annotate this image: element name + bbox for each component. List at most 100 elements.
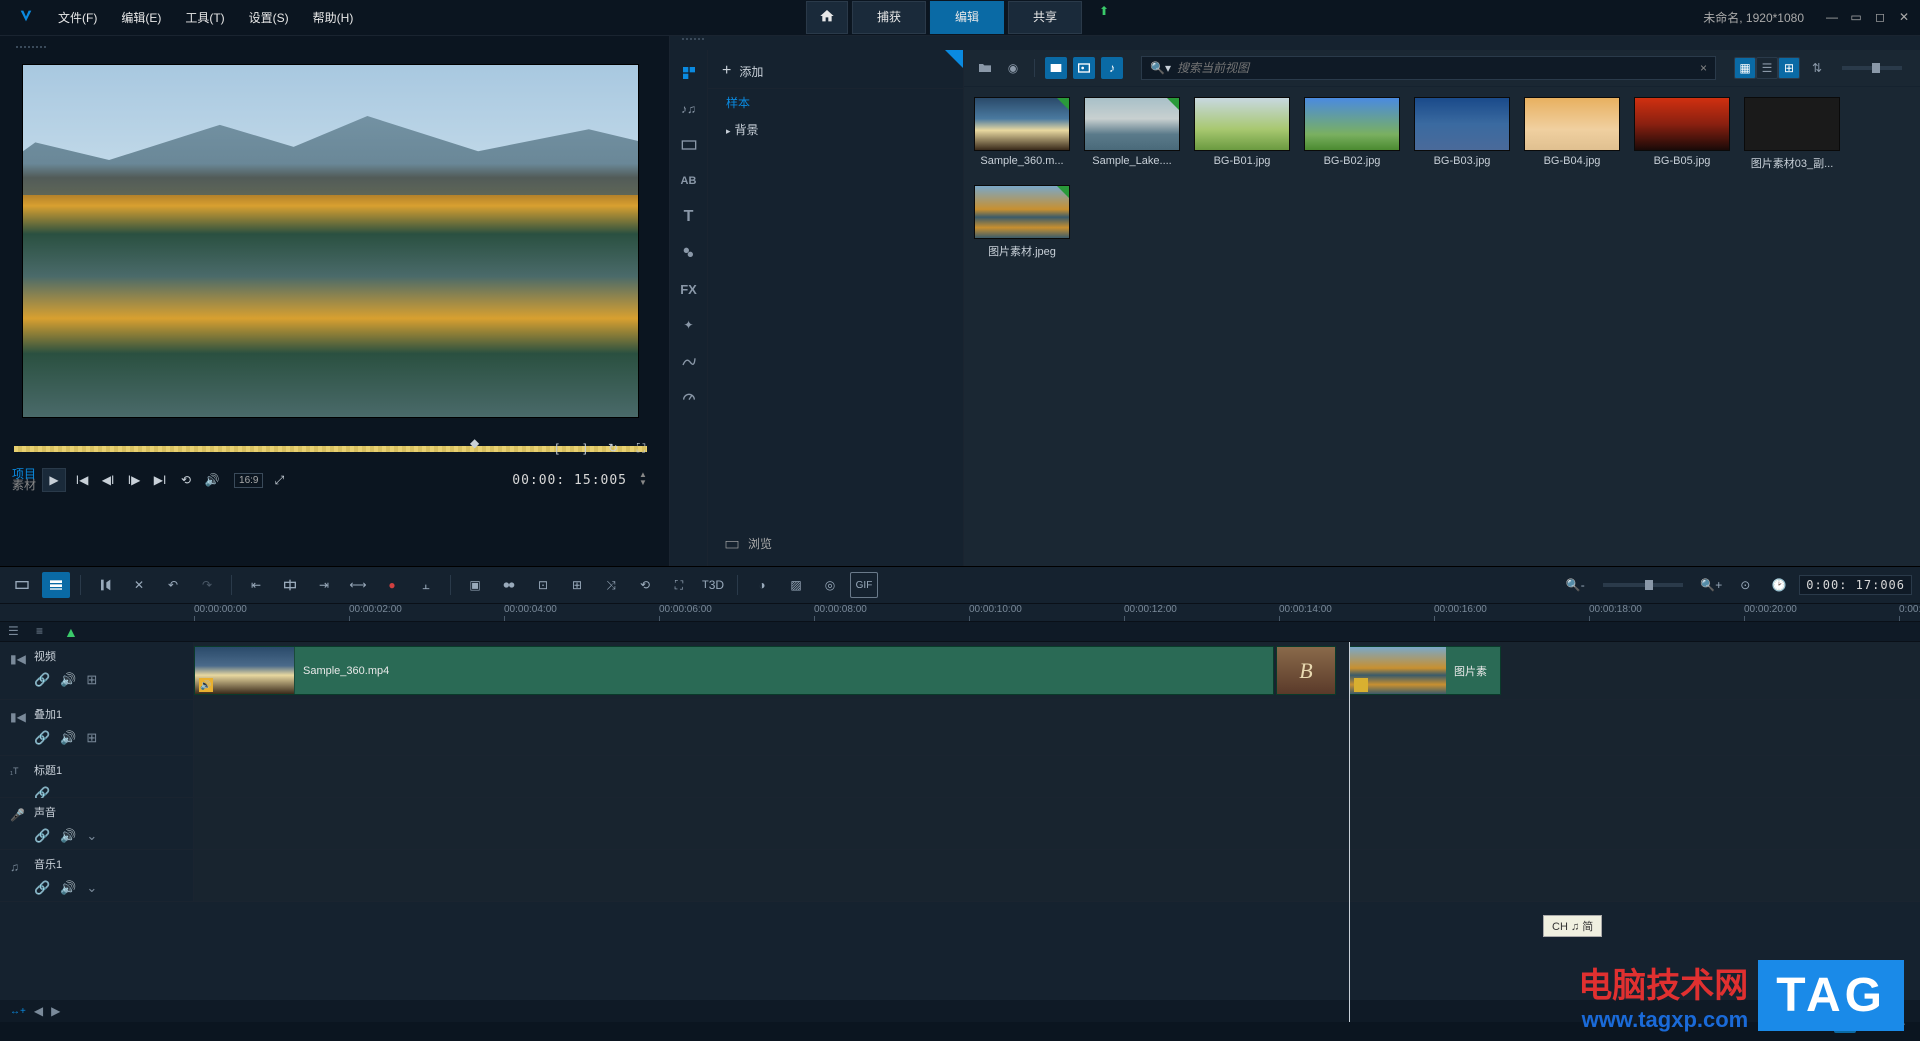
zoom-out-icon[interactable]: 🔍- — [1561, 572, 1589, 598]
expand-icon[interactable]: ⌄ — [86, 880, 97, 896]
minimize-button[interactable]: — — [1824, 10, 1840, 26]
marker-icon[interactable]: ● — [378, 572, 406, 598]
overlay-icon[interactable] — [678, 242, 700, 264]
import-folder-icon[interactable] — [974, 57, 996, 79]
tree-item-background[interactable]: ▸背景 — [708, 116, 963, 143]
title-icon[interactable]: T — [678, 206, 700, 228]
lock-icon[interactable]: ⊞ — [86, 730, 97, 746]
thumbnail-item[interactable]: BG-B05.jpg — [1634, 97, 1730, 171]
tab-share[interactable]: 共享 — [1008, 1, 1082, 34]
thumbnail-item[interactable]: BG-B01.jpg — [1194, 97, 1290, 171]
volume-button[interactable]: 🔊 — [202, 470, 222, 490]
restore-button[interactable]: ▭ — [1848, 10, 1864, 26]
gif-icon[interactable]: GIF — [850, 572, 878, 598]
panel-grip[interactable] — [8, 44, 653, 58]
view-large-icon[interactable]: ▦ — [1734, 57, 1756, 79]
goto-start-button[interactable]: I◀ — [72, 470, 92, 490]
preview-viewport[interactable] — [22, 64, 639, 418]
tab-edit[interactable]: 编辑 — [930, 1, 1004, 34]
pin-flag-icon[interactable] — [945, 50, 963, 68]
audio-icon[interactable]: ♪♫ — [678, 98, 700, 120]
color-icon[interactable]: ✦ — [678, 314, 700, 336]
scroll-left-icon[interactable]: ◀ — [34, 1004, 43, 1018]
timeline-timecode[interactable]: 0:00: 17:006 — [1799, 575, 1912, 595]
add-media-button[interactable]: +添加 — [708, 54, 963, 89]
upload-icon[interactable]: ⬆ — [1094, 1, 1114, 21]
grid-icon[interactable]: ⊞ — [563, 572, 591, 598]
menu-help[interactable]: 帮助(H) — [303, 5, 364, 30]
aspect-dropdown-icon[interactable]: ⤢ — [269, 470, 289, 490]
track-menu-icon[interactable]: ☰ — [8, 624, 24, 640]
filter-photo-icon[interactable] — [1073, 57, 1095, 79]
track-content[interactable] — [194, 756, 1920, 797]
view-list-icon[interactable]: ☰ — [1756, 57, 1778, 79]
undo-icon[interactable]: ↶ — [159, 572, 187, 598]
search-input[interactable] — [1177, 61, 1694, 75]
record-vo-icon[interactable] — [91, 572, 119, 598]
tree-item-sample[interactable]: 样本 — [708, 89, 963, 116]
play-button[interactable]: ▶ — [42, 468, 66, 492]
media-icon[interactable] — [678, 62, 700, 84]
mark-out-icon[interactable]: ] — [575, 438, 595, 458]
aspect-ratio-label[interactable]: 16:9 — [234, 473, 263, 488]
group-icon[interactable] — [495, 572, 523, 598]
mute-icon[interactable]: 🔊 — [60, 730, 76, 746]
transition-icon[interactable]: AB — [678, 170, 700, 192]
panel-grip[interactable] — [670, 36, 1920, 50]
thumbnail-item[interactable]: BG-B03.jpg — [1414, 97, 1510, 171]
browse-button[interactable]: 浏览 — [718, 529, 778, 558]
menu-file[interactable]: 文件(F) — [48, 5, 107, 30]
speed-icon[interactable]: ⤨ — [597, 572, 625, 598]
split-icon[interactable] — [276, 572, 304, 598]
redo-icon[interactable]: ↷ — [193, 572, 221, 598]
trim-start-icon[interactable]: ⇤ — [242, 572, 270, 598]
speed-icon[interactable] — [678, 386, 700, 408]
mute-icon[interactable]: 🔊 — [60, 880, 76, 896]
thumbnail-item[interactable]: 图片素材03_副... — [1744, 97, 1840, 171]
view-grid-icon[interactable]: ⊞ — [1778, 57, 1800, 79]
pan-zoom-icon[interactable]: ⛶ — [665, 572, 693, 598]
menu-tools[interactable]: 工具(T) — [175, 5, 234, 30]
playhead-icon[interactable]: ▲ — [64, 624, 80, 640]
menu-edit[interactable]: 编辑(E) — [111, 5, 171, 30]
link-icon[interactable]: 🔗 — [34, 730, 50, 746]
record-icon[interactable]: ◉ — [1002, 57, 1024, 79]
filter-video-icon[interactable] — [1045, 57, 1067, 79]
video-fx-icon[interactable] — [678, 134, 700, 156]
loop-button[interactable]: ⟲ — [176, 470, 196, 490]
prev-frame-button[interactable]: ◀I — [98, 470, 118, 490]
scrub-marker-icon[interactable]: ◆ — [470, 436, 479, 450]
search-clear-icon[interactable]: × — [1700, 61, 1707, 75]
text-3d-icon[interactable]: T3D — [699, 572, 727, 598]
motion-track-icon[interactable]: ◎ — [816, 572, 844, 598]
add-track-icon[interactable]: ↔+ — [10, 1006, 26, 1017]
tab-capture[interactable]: 捕获 — [852, 1, 926, 34]
sort-icon[interactable]: ⇅ — [1806, 57, 1828, 79]
repeat-icon[interactable]: ↻ — [603, 438, 623, 458]
lock-icon[interactable]: ⊞ — [86, 672, 97, 688]
mixer-icon[interactable]: ✕ — [125, 572, 153, 598]
thumbnail-item[interactable]: 图片素材.jpeg — [974, 185, 1070, 259]
maximize-button[interactable]: ◻ — [1872, 10, 1888, 26]
timeline-view-icon[interactable] — [42, 572, 70, 598]
search-box[interactable]: 🔍▾ × — [1141, 56, 1716, 80]
preview-timecode[interactable]: 00:00: 15:005 — [512, 473, 627, 488]
close-button[interactable]: ✕ — [1896, 10, 1912, 26]
tab-home[interactable] — [806, 1, 848, 34]
thumbnail-item[interactable]: BG-B04.jpg — [1524, 97, 1620, 171]
playhead-line[interactable] — [1349, 642, 1350, 1022]
fx-icon[interactable]: FX — [678, 278, 700, 300]
track-content[interactable]: CH ♫ 简 — [194, 850, 1920, 901]
storyboard-view-icon[interactable] — [8, 572, 36, 598]
track-content[interactable]: 🔊 Sample_360.mp4 B 图片素 — [194, 642, 1920, 699]
scroll-right-icon[interactable]: ▶ — [51, 1004, 60, 1018]
multi-trim-icon[interactable]: ▣ — [461, 572, 489, 598]
track-options-icon[interactable]: ≡ — [36, 624, 52, 640]
trim-end-icon[interactable]: ⇥ — [310, 572, 338, 598]
motion-icon[interactable] — [678, 350, 700, 372]
zoom-in-icon[interactable]: 🔍+ — [1697, 572, 1725, 598]
goto-end-button[interactable]: ▶I — [150, 470, 170, 490]
crop-icon[interactable]: ⊡ — [529, 572, 557, 598]
thumbnail-item[interactable]: Sample_Lake.... — [1084, 97, 1180, 171]
timecode-down[interactable]: ▼ — [639, 480, 649, 488]
